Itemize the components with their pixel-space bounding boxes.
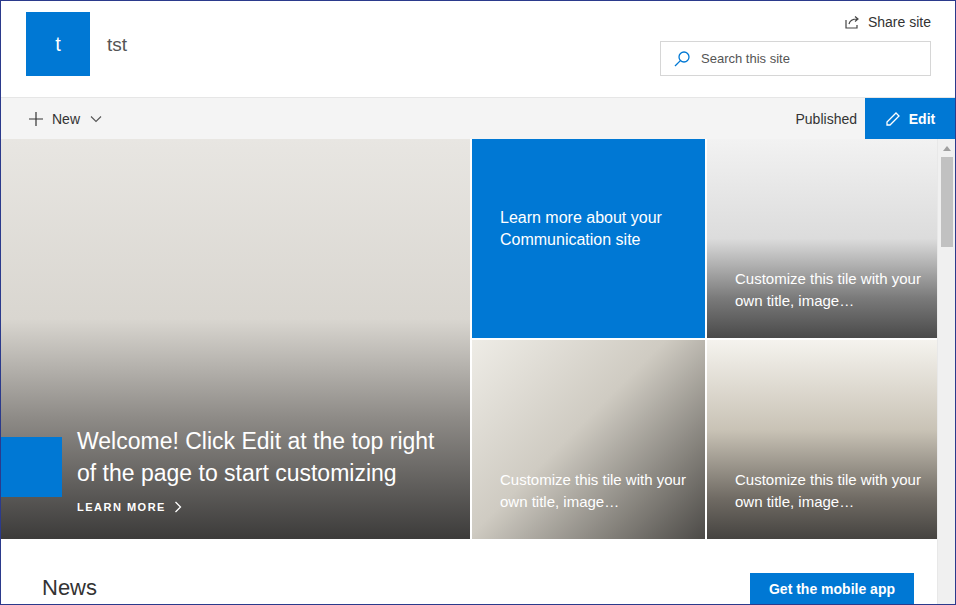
hero-tile-title: Learn more about your Communication site [472, 207, 705, 251]
edit-button[interactable]: Edit [865, 98, 955, 139]
news-title: News [42, 575, 97, 604]
learn-more-link[interactable]: LEARN MORE [77, 501, 450, 513]
hero-tile-title: Customize this tile with your own title,… [472, 469, 705, 539]
pencil-icon [885, 111, 901, 127]
chevron-down-icon [90, 115, 102, 123]
accent-block [1, 437, 62, 497]
page-body: Welcome! Click Edit at the top right of … [1, 139, 955, 604]
hero-webpart: Welcome! Click Edit at the top right of … [1, 139, 937, 539]
mobile-app-button[interactable]: Get the mobile app [750, 573, 914, 605]
new-button[interactable]: New [1, 98, 102, 139]
hero-tile-title: Customize this tile with your own title,… [707, 268, 939, 338]
search-icon [673, 50, 691, 68]
publish-status: Published [796, 111, 858, 127]
share-icon [845, 15, 861, 29]
site-logo[interactable]: t [26, 12, 90, 76]
chevron-right-icon [174, 501, 182, 513]
hero-tile[interactable]: Customize this tile with your own title,… [472, 340, 705, 539]
hero-main-title: Welcome! Click Edit at the top right of … [77, 425, 450, 489]
site-brand: ttst [1, 1, 127, 97]
hero-main-caption: Welcome! Click Edit at the top right of … [1, 437, 470, 539]
search-box[interactable]: Search this site [660, 41, 931, 76]
hero-tile[interactable]: Customize this tile with your own title,… [707, 139, 939, 338]
scroll-up-icon [943, 145, 951, 151]
hero-tile[interactable]: Customize this tile with your own title,… [707, 340, 939, 539]
news-section: News Get the mobile app [1, 539, 937, 604]
share-site-button[interactable]: Share site [845, 12, 931, 32]
site-header: ttst Share site Search this site [1, 1, 955, 97]
hero-main-tile[interactable]: Welcome! Click Edit at the top right of … [1, 139, 470, 539]
command-bar: New Published Edit [1, 97, 955, 139]
page-content: Welcome! Click Edit at the top right of … [1, 139, 937, 604]
command-bar-right: Published Edit [796, 98, 956, 139]
header-actions: Share site Search this site [660, 1, 955, 97]
hero-main-text: Welcome! Click Edit at the top right of … [77, 425, 470, 513]
hero-tile-title: Customize this tile with your own title,… [707, 469, 939, 539]
plus-icon [28, 111, 44, 127]
scrollbar[interactable] [937, 139, 955, 604]
site-title[interactable]: tst [107, 34, 127, 56]
hero-tile[interactable]: Learn more about your Communication site [472, 139, 705, 338]
scrollbar-thumb[interactable] [941, 157, 953, 247]
search-placeholder: Search this site [701, 51, 790, 66]
sharepoint-page: ttst Share site Search this site New Publish… [0, 0, 956, 605]
